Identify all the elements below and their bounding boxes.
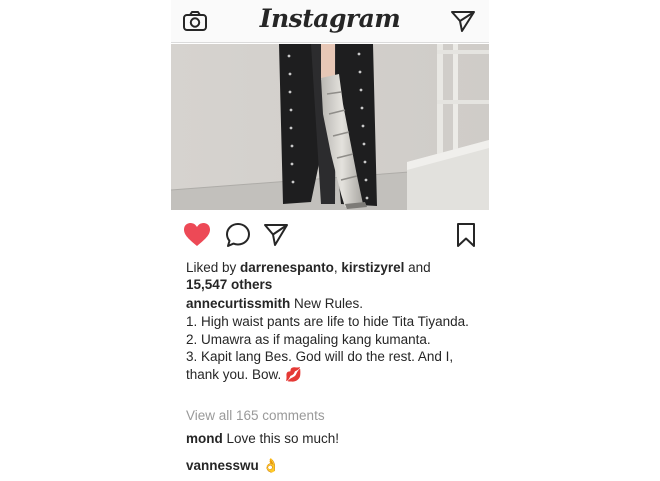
caption-line: New Rules. <box>290 296 364 311</box>
caption-line: 1. High waist pants are life to hide Tit… <box>186 313 469 329</box>
view-all-comments-link[interactable]: View all 165 comments <box>186 408 325 423</box>
liked-by-prefix: Liked by <box>186 260 241 275</box>
top-navigation-bar: Instagram <box>171 0 489 43</box>
post-photo[interactable] <box>171 44 489 210</box>
share-icon[interactable] <box>263 222 289 248</box>
liked-user-link[interactable]: darrenespanto <box>240 260 334 275</box>
bookmark-icon[interactable] <box>456 222 476 248</box>
liked-user-link[interactable]: kirstizyrel <box>341 260 404 275</box>
paper-plane-icon[interactable] <box>450 9 476 33</box>
likes-count-link[interactable]: 15,547 others <box>186 277 272 292</box>
ok-hand-emoji: 👌 <box>262 458 280 474</box>
post-caption: annecurtissmith New Rules. 1. High waist… <box>186 295 484 385</box>
instagram-post-screen: Instagram Liked by darrenespanto, kirsti… <box>171 0 489 481</box>
comment-bubble-icon[interactable] <box>225 222 251 248</box>
comment-item: mond Love this so much! <box>186 431 339 446</box>
comment-item: vannesswu 👌 <box>186 458 279 474</box>
caption-line: 3. Kapit lang Bes. God will do the rest.… <box>186 349 454 383</box>
caption-line: 2. Umawra as if magaling kang kumanta. <box>186 331 431 347</box>
comment-username-link[interactable]: mond <box>186 431 223 446</box>
kiss-emoji: 💋 <box>285 367 302 384</box>
post-action-bar <box>171 218 489 252</box>
comment-username-link[interactable]: vannesswu <box>186 458 259 473</box>
comment-text: Love this so much! <box>222 431 340 446</box>
heart-icon[interactable] <box>183 222 211 248</box>
liked-and: and <box>404 260 431 275</box>
author-username-link[interactable]: annecurtissmith <box>186 296 290 311</box>
likes-summary: Liked by darrenespanto, kirstizyrel and … <box>186 259 481 293</box>
instagram-logo: Instagram <box>259 4 401 33</box>
